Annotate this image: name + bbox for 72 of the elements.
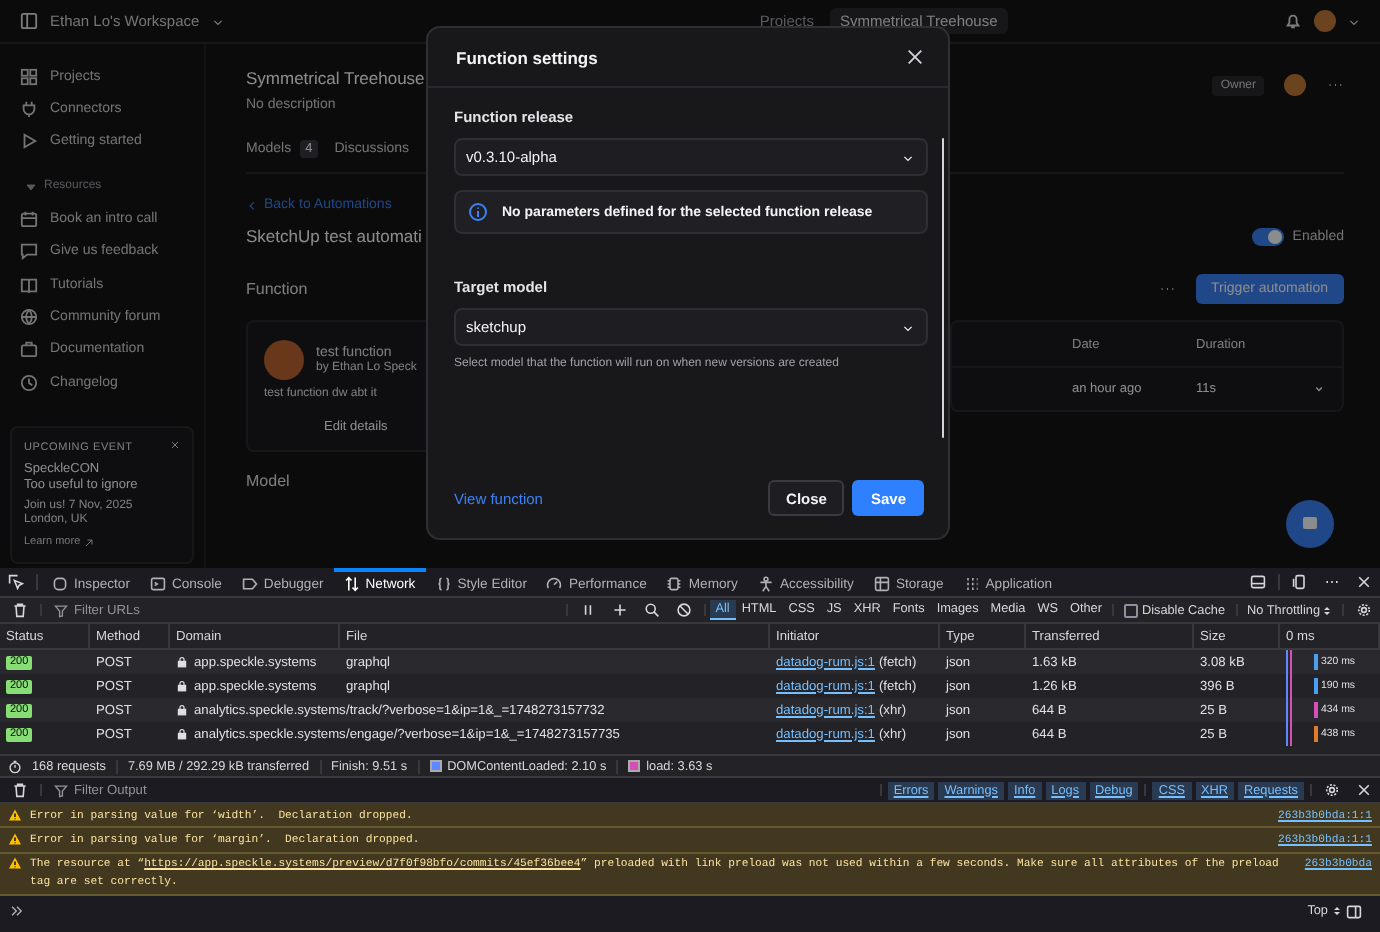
play-icon bbox=[20, 132, 38, 151]
app-grid-icon bbox=[963, 576, 980, 592]
storage-icon bbox=[873, 576, 890, 592]
element-picker-icon[interactable] bbox=[8, 574, 24, 590]
globe-icon bbox=[20, 308, 38, 327]
plus-icon[interactable] bbox=[611, 602, 628, 618]
close-icon bbox=[906, 48, 924, 66]
lock-icon bbox=[176, 704, 188, 716]
warning-icon bbox=[8, 831, 22, 846]
warning-icon bbox=[8, 856, 22, 871]
info-icon bbox=[468, 202, 488, 222]
arrows-up-down-icon bbox=[343, 576, 360, 592]
chevron-down-icon[interactable] bbox=[1347, 15, 1360, 27]
function-logo-icon bbox=[264, 340, 304, 380]
sidebar-icon[interactable] bbox=[1346, 903, 1362, 920]
automation-title: SketchUp test automati bbox=[246, 226, 422, 246]
dialog-title: Function settings bbox=[456, 47, 598, 67]
stopwatch-icon bbox=[8, 759, 22, 773]
debugger-icon bbox=[241, 576, 258, 592]
chat-bubble-icon bbox=[20, 242, 38, 261]
chevron-down-icon bbox=[902, 151, 914, 163]
disable-cache-checkbox[interactable] bbox=[1123, 603, 1138, 617]
chevron-down-icon[interactable] bbox=[211, 15, 224, 27]
braces-icon bbox=[435, 576, 452, 592]
filter-icon bbox=[54, 783, 68, 797]
scrollbar-thumb[interactable] bbox=[941, 138, 944, 438]
trash-icon[interactable] bbox=[12, 602, 28, 618]
bell-icon[interactable] bbox=[1283, 12, 1302, 30]
close-button[interactable] bbox=[906, 48, 924, 66]
sidebar-toggle-icon[interactable] bbox=[20, 12, 38, 30]
dock-icon[interactable] bbox=[1250, 574, 1266, 590]
lock-icon bbox=[176, 656, 188, 668]
legend-swatch-icon bbox=[628, 760, 641, 772]
plug-icon bbox=[20, 100, 38, 119]
inspector-icon bbox=[52, 576, 68, 592]
person-icon bbox=[757, 576, 774, 592]
external-arrow-icon bbox=[84, 537, 95, 547]
warning-icon bbox=[8, 807, 22, 821]
chip-icon bbox=[666, 576, 683, 592]
up-down-caret-icon bbox=[1322, 603, 1332, 617]
section-heading: Function bbox=[246, 280, 308, 298]
caret-down-icon[interactable] bbox=[26, 181, 36, 192]
chevron-left-icon bbox=[246, 199, 258, 211]
expand-icon[interactable] bbox=[1312, 382, 1326, 396]
up-down-caret-icon bbox=[1332, 904, 1342, 919]
console-icon bbox=[149, 576, 166, 592]
chat-button[interactable] bbox=[1286, 500, 1334, 548]
gauge-icon bbox=[546, 576, 563, 592]
enabled-toggle[interactable] bbox=[1252, 227, 1285, 245]
chevron-down-icon bbox=[902, 321, 914, 333]
gear-icon[interactable] bbox=[1324, 782, 1340, 798]
filter-icon bbox=[54, 603, 68, 617]
grid-icon bbox=[20, 67, 38, 86]
responsive-icon[interactable] bbox=[1292, 574, 1308, 590]
book-icon bbox=[20, 275, 38, 294]
prompt-chevrons-icon[interactable] bbox=[10, 903, 24, 918]
trash-icon[interactable] bbox=[12, 782, 28, 798]
block-icon[interactable] bbox=[675, 602, 692, 618]
clock-icon bbox=[20, 373, 38, 392]
close-icon[interactable] bbox=[1356, 574, 1372, 590]
gear-icon[interactable] bbox=[1356, 602, 1372, 618]
project-title: Symmetrical Treehouse bbox=[246, 68, 425, 88]
pause-icon[interactable] bbox=[579, 602, 596, 618]
user-avatar bbox=[1284, 74, 1306, 96]
lock-icon bbox=[176, 728, 188, 740]
close-icon[interactable] bbox=[1356, 782, 1372, 798]
section-heading: Model bbox=[246, 472, 290, 490]
briefcase-icon bbox=[20, 340, 38, 359]
lock-icon bbox=[176, 680, 188, 692]
legend-swatch-icon bbox=[429, 760, 442, 772]
calendar-icon bbox=[20, 209, 38, 228]
search-icon[interactable] bbox=[643, 602, 660, 618]
